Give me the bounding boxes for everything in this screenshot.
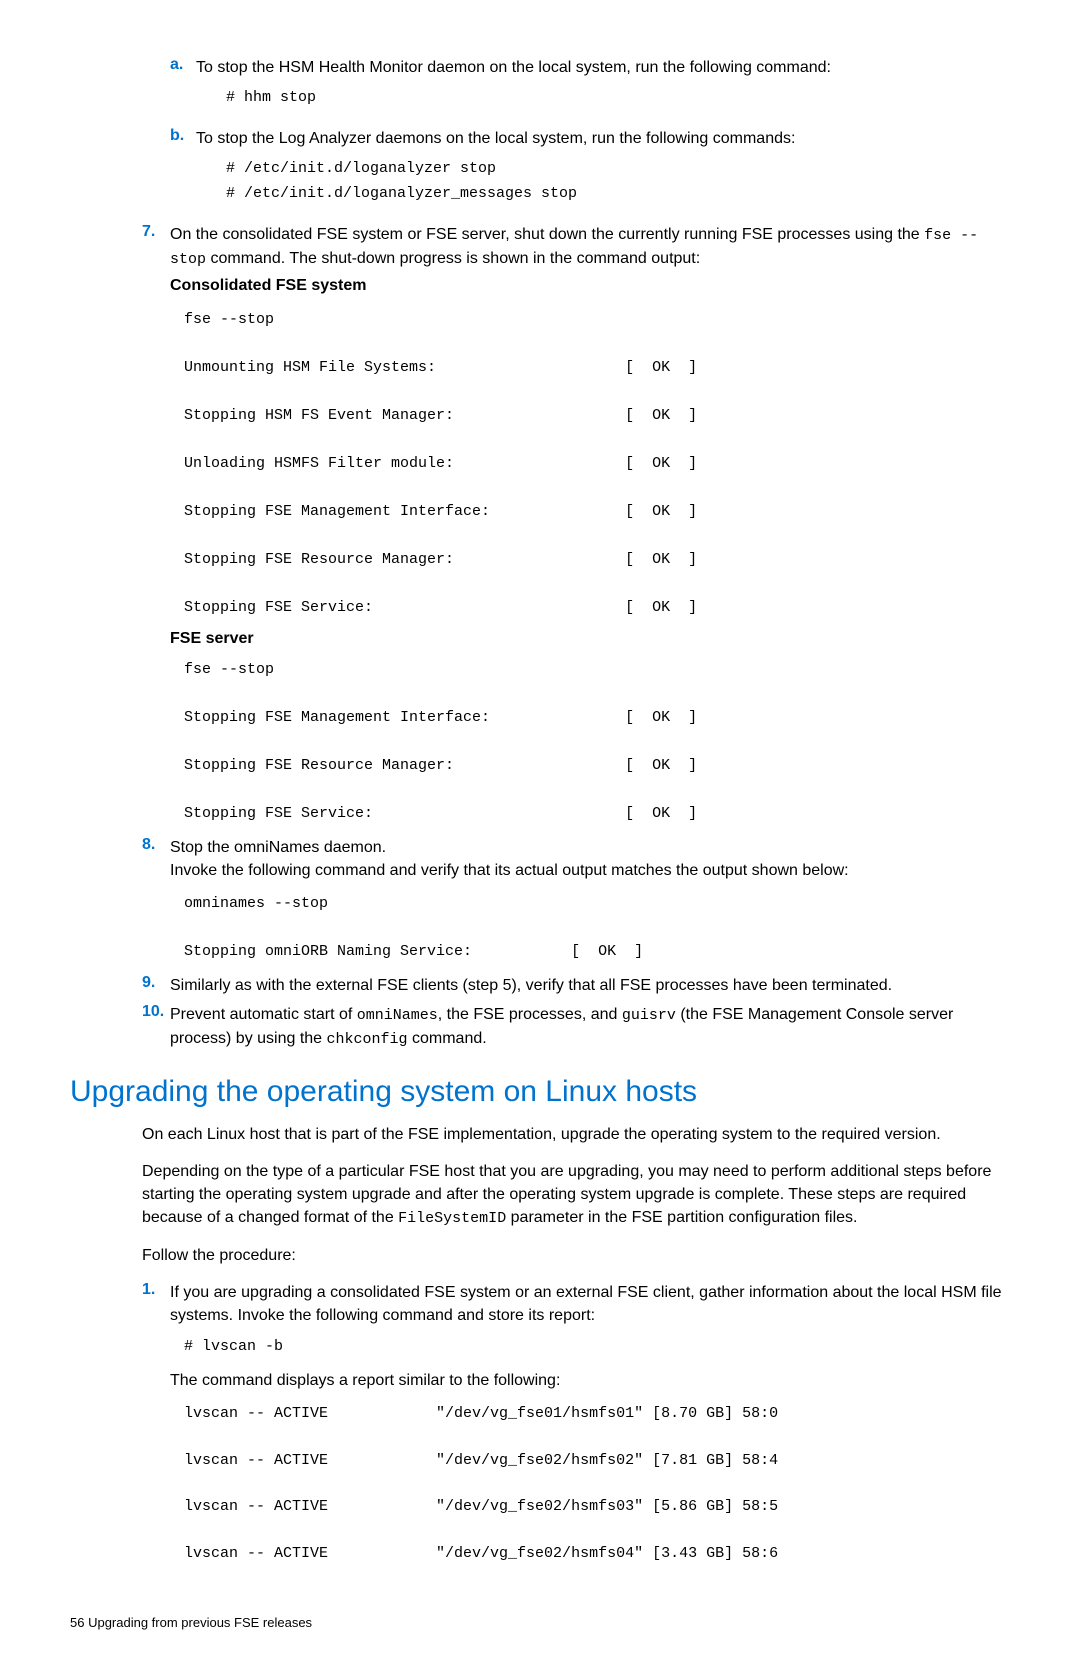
step-text: Prevent automatic start of [170, 1006, 357, 1023]
console-output: fse --stop Stopping FSE Management Inter… [184, 658, 1010, 826]
step-7: 7. On the consolidated FSE system or FSE… [70, 223, 1010, 298]
paragraph: On each Linux host that is part of the F… [142, 1123, 1010, 1146]
step-number: 9. [142, 974, 170, 997]
output-label: FSE server [170, 630, 1010, 648]
command-code: # /etc/init.d/loganalyzer stop # /etc/in… [226, 156, 1010, 207]
page-content: a. To stop the HSM Health Monitor daemon… [0, 0, 1080, 1670]
step-number: 8. [142, 836, 170, 882]
command-code: # lvscan -b [184, 1334, 1010, 1360]
step-text: command. [408, 1030, 487, 1047]
step-number: 10. [142, 1003, 170, 1051]
console-output: lvscan -- ACTIVE "/dev/vg_fse01/hsmfs01"… [184, 1402, 1010, 1565]
step-text: Invoke the following command and verify … [170, 859, 1010, 882]
step-9: 9. Similarly as with the external FSE cl… [70, 974, 1010, 997]
substep-b: b. To stop the Log Analyzer daemons on t… [170, 127, 1010, 217]
step-1: 1. If you are upgrading a consolidated F… [70, 1281, 1010, 1392]
section-heading: Upgrading the operating system on Linux … [70, 1075, 1010, 1109]
inline-code: chkconfig [327, 1031, 408, 1048]
inline-code: omniNames [357, 1007, 438, 1024]
step-number: 7. [142, 223, 170, 298]
step-text: Similarly as with the external FSE clien… [170, 977, 892, 994]
para-text: parameter in the FSE partition configura… [506, 1209, 857, 1226]
step-text: Stop the omniNames daemon. [170, 836, 1010, 859]
step-text: If you are upgrading a consolidated FSE … [170, 1284, 1002, 1324]
step-text: On the consolidated FSE system or FSE se… [170, 226, 924, 243]
step-text: , the FSE processes, and [438, 1006, 622, 1023]
command-code: # hhm stop [226, 85, 1010, 111]
substep-label: a. [170, 56, 196, 121]
paragraph: Depending on the type of a particular FS… [142, 1160, 1010, 1230]
substep-text: To stop the HSM Health Monitor daemon on… [196, 59, 831, 76]
console-output: omninames --stop Stopping omniORB Naming… [184, 892, 1010, 964]
page-footer: 56 Upgrading from previous FSE releases [70, 1615, 1010, 1630]
substep-a: a. To stop the HSM Health Monitor daemon… [170, 56, 1010, 121]
step-8: 8. Stop the omniNames daemon. Invoke the… [70, 836, 1010, 882]
substep-text: To stop the Log Analyzer daemons on the … [196, 130, 795, 147]
substep-label: b. [170, 127, 196, 217]
output-label: Consolidated FSE system [170, 274, 1010, 297]
step-10: 10. Prevent automatic start of omniNames… [70, 1003, 1010, 1051]
console-output: fse --stop Unmounting HSM File Systems: … [184, 308, 1010, 620]
step-text: command. The shut-down progress is shown… [206, 250, 700, 267]
inline-code: FileSystemID [398, 1210, 506, 1227]
step-text: The command displays a report similar to… [170, 1369, 1010, 1392]
inline-code: guisrv [622, 1007, 676, 1024]
step-number: 1. [142, 1281, 170, 1392]
paragraph: Follow the procedure: [142, 1244, 1010, 1267]
